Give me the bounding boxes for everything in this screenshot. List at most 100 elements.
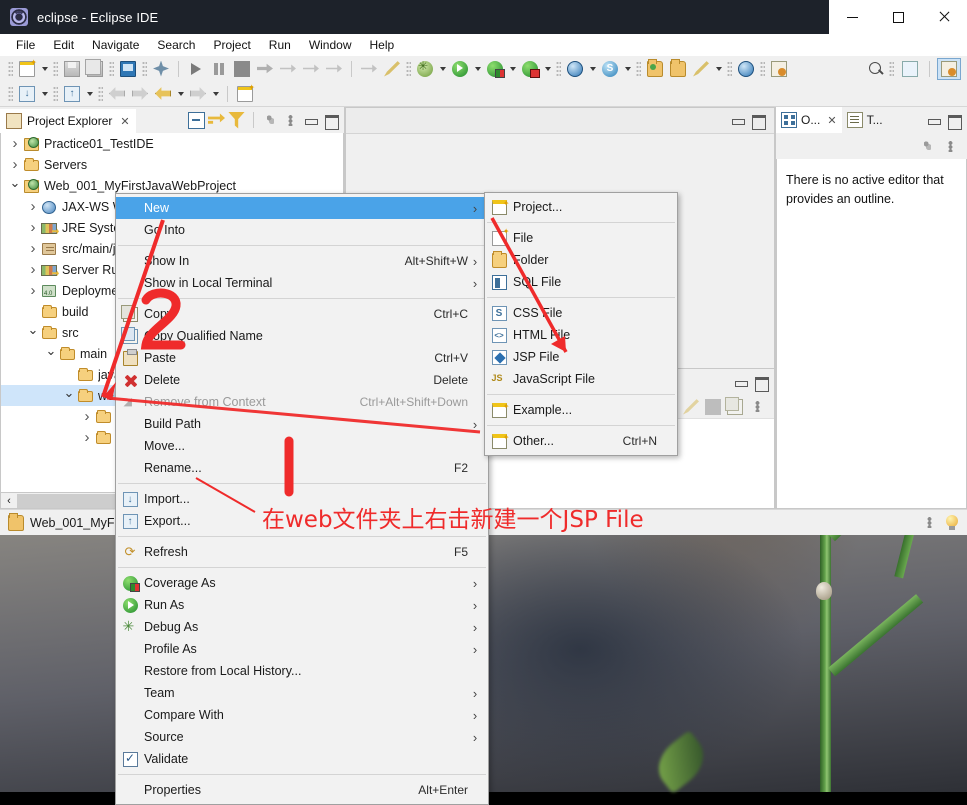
maximize-icon[interactable] xyxy=(945,112,962,130)
open-resource-button[interactable] xyxy=(667,58,689,79)
menu-window[interactable]: Window xyxy=(301,36,360,54)
menu-item-debug-as[interactable]: Debug As › xyxy=(116,616,488,638)
view-options-icon[interactable] xyxy=(919,138,936,155)
toolbar-grip[interactable] xyxy=(727,60,732,77)
menu-item-refresh[interactable]: Refresh F5 xyxy=(116,541,488,563)
menu-help[interactable]: Help xyxy=(362,36,403,54)
toolbar-grip[interactable] xyxy=(556,60,561,77)
debug-button[interactable] xyxy=(414,58,436,79)
view-menu-icon[interactable] xyxy=(262,112,279,129)
minimize-button[interactable] xyxy=(829,0,875,34)
menu-item-show-in-local-terminal[interactable]: Show in Local Terminal › xyxy=(116,272,488,294)
context-menu[interactable]: New › Go Into Show In Alt+Shift+W › Show in Lo… xyxy=(115,193,489,805)
menu-item-example[interactable]: Example... xyxy=(485,399,677,421)
menu-item-properties[interactable]: Properties Alt+Enter xyxy=(116,779,488,801)
terminate-icon[interactable] xyxy=(705,398,721,415)
new-server-dropdown[interactable] xyxy=(587,58,598,79)
menu-item-coverage-as[interactable]: Coverage As › xyxy=(116,572,488,594)
toolbar-grip[interactable] xyxy=(8,85,13,102)
run-button[interactable] xyxy=(449,58,471,79)
step-into-button[interactable] xyxy=(277,58,299,79)
new-server-button[interactable] xyxy=(564,58,586,79)
save-button[interactable] xyxy=(61,58,83,79)
open-type-button[interactable] xyxy=(644,58,666,79)
toolbar-grip[interactable] xyxy=(109,60,114,77)
menu-search[interactable]: Search xyxy=(149,36,203,54)
scroll-left-icon[interactable]: ‹ xyxy=(1,494,17,508)
forward-button[interactable] xyxy=(187,83,209,104)
open-web-browser-button[interactable] xyxy=(735,58,757,79)
next-annotation-button[interactable] xyxy=(358,58,380,79)
toolbar-grip[interactable] xyxy=(53,85,58,102)
menu-item-folder[interactable]: Folder xyxy=(485,249,677,271)
java-ee-perspective-button[interactable] xyxy=(937,57,961,80)
new-annotation-dropdown[interactable] xyxy=(713,58,724,79)
menu-item-paste[interactable]: Paste Ctrl+V xyxy=(116,347,488,369)
import-button[interactable] xyxy=(16,83,38,104)
link-with-editor-icon[interactable] xyxy=(208,113,225,124)
menu-run[interactable]: Run xyxy=(261,36,299,54)
save-all-button[interactable] xyxy=(84,58,106,79)
menu-item-javascript-file[interactable]: JavaScript File xyxy=(485,368,677,390)
profile-dropdown[interactable] xyxy=(542,58,553,79)
new-editor-button[interactable] xyxy=(234,83,256,104)
skip-breakpoints-button[interactable] xyxy=(150,58,172,79)
export-dropdown[interactable] xyxy=(84,83,95,104)
run-on-server-button[interactable] xyxy=(768,58,790,79)
menu-item-copy-qualified-name[interactable]: Copy Qualified Name xyxy=(116,325,488,347)
filter-icon[interactable] xyxy=(228,111,245,129)
view-options-icon[interactable] xyxy=(282,112,299,129)
disconnect-button[interactable] xyxy=(254,58,276,79)
minimize-icon[interactable] xyxy=(925,112,942,129)
toolbar-grip[interactable] xyxy=(636,60,641,77)
collapse-all-icon[interactable] xyxy=(188,111,205,129)
step-over-button[interactable] xyxy=(300,58,322,79)
menu-file[interactable]: File xyxy=(8,36,43,54)
import-dropdown[interactable] xyxy=(39,83,50,104)
run-dropdown[interactable] xyxy=(472,58,483,79)
new-wizard-button[interactable] xyxy=(16,58,38,79)
close-icon[interactable]: ✕ xyxy=(120,115,129,128)
menu-item-go-into[interactable]: Go Into xyxy=(116,219,488,241)
previous-edit-location-button[interactable] xyxy=(106,83,128,104)
terminate-button[interactable] xyxy=(231,58,253,79)
menu-item-copy[interactable]: Copy Ctrl+C xyxy=(116,303,488,325)
menu-item-restore-from-local-history[interactable]: Restore from Local History... xyxy=(116,660,488,682)
maximize-icon[interactable] xyxy=(752,374,769,392)
open-console-button[interactable] xyxy=(117,58,139,79)
menu-item-sql-file[interactable]: SQL File xyxy=(485,271,677,293)
search-services-button[interactable] xyxy=(599,58,621,79)
coverage-dropdown[interactable] xyxy=(507,58,518,79)
menu-item-css-file[interactable]: CSS File xyxy=(485,302,677,324)
view-menu-icon[interactable] xyxy=(749,398,766,415)
profile-button[interactable] xyxy=(519,58,541,79)
close-button[interactable] xyxy=(921,0,967,34)
resume-button[interactable] xyxy=(185,58,207,79)
menu-item-html-file[interactable]: HTML File xyxy=(485,324,677,346)
maximize-icon[interactable] xyxy=(322,112,339,130)
menu-edit[interactable]: Edit xyxy=(45,36,82,54)
menu-item-project[interactable]: Project... xyxy=(485,196,677,218)
toolbar-grip[interactable] xyxy=(760,60,765,77)
open-perspective-button[interactable] xyxy=(898,58,922,80)
menu-item-team[interactable]: Team › xyxy=(116,682,488,704)
maximize-button[interactable] xyxy=(875,0,921,34)
toolbar-grip[interactable] xyxy=(53,60,58,77)
export-button[interactable] xyxy=(61,83,83,104)
toolbar-grip[interactable] xyxy=(889,60,894,77)
toolbar-grip[interactable] xyxy=(142,60,147,77)
minimize-icon[interactable] xyxy=(729,112,746,129)
view-menu-icon[interactable] xyxy=(921,514,938,531)
close-icon[interactable]: ✕ xyxy=(827,114,836,127)
toolbar-grip[interactable] xyxy=(406,60,411,77)
menu-item-run-as[interactable]: Run As › xyxy=(116,594,488,616)
view-menu-icon[interactable] xyxy=(942,138,959,155)
menu-item-move[interactable]: Move... xyxy=(116,435,488,457)
tree-item[interactable]: Practice01_TestIDE xyxy=(1,133,343,154)
back-button[interactable] xyxy=(152,83,174,104)
menu-navigate[interactable]: Navigate xyxy=(84,36,147,54)
menu-item-jsp-file[interactable]: JSP File xyxy=(485,346,677,368)
menu-item-other[interactable]: Other... Ctrl+N xyxy=(485,430,677,452)
menu-item-export[interactable]: Export... xyxy=(116,510,488,532)
search-services-dropdown[interactable] xyxy=(622,58,633,79)
